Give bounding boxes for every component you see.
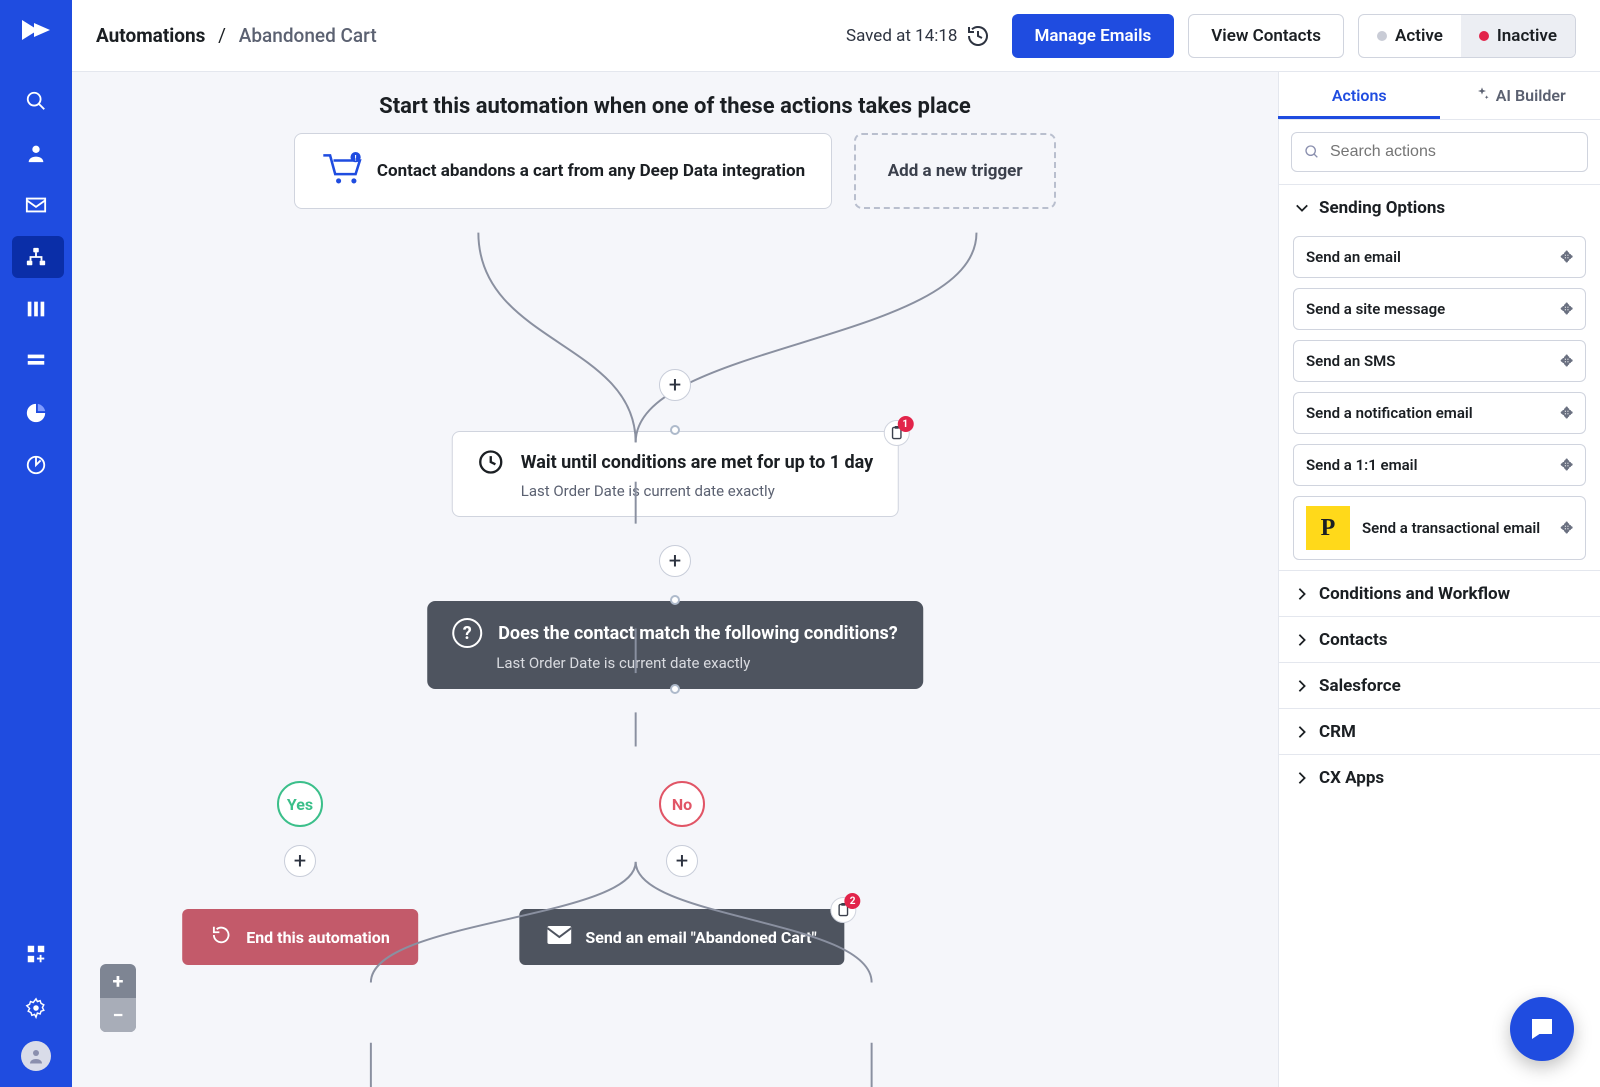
cart-abandon-icon: !	[321, 152, 363, 191]
svg-text:!: !	[354, 153, 356, 162]
nav-reports-icon[interactable]	[12, 392, 60, 434]
trigger-card[interactable]: ! Contact abandons a cart from any Deep …	[294, 133, 832, 209]
chat-fab-button[interactable]	[1510, 997, 1574, 1061]
drag-handle-icon[interactable]: ✥	[1560, 404, 1573, 422]
connector-dot	[670, 684, 680, 694]
drag-handle-icon[interactable]: ✥	[1560, 519, 1573, 537]
history-icon[interactable]	[966, 24, 990, 48]
status-toggle: Active Inactive	[1358, 14, 1576, 58]
end-automation-card[interactable]: End this automation	[182, 909, 418, 965]
breadcrumb-current: Abandoned Cart	[239, 24, 377, 47]
app-sidebar	[0, 0, 72, 1087]
drag-handle-icon[interactable]: ✥	[1560, 456, 1573, 474]
drag-handle-icon[interactable]: ✥	[1560, 300, 1573, 318]
nav-campaigns-icon[interactable]	[12, 184, 60, 226]
drag-handle-icon[interactable]: ✥	[1560, 352, 1573, 370]
send-email-card[interactable]: Send an email "Abandoned Cart" 2	[519, 909, 844, 965]
wait-card[interactable]: Wait until conditions are met for up to …	[452, 431, 899, 517]
nav-contacts-icon[interactable]	[12, 132, 60, 174]
automation-canvas-wrapper: Start this automation when one of these …	[72, 72, 1278, 1087]
trigger-card-text: Contact abandons a cart from any Deep Da…	[377, 161, 805, 181]
manage-emails-button[interactable]: Manage Emails	[1012, 14, 1175, 58]
zoom-controls: + −	[100, 964, 136, 1032]
tab-ai-builder[interactable]: AI Builder	[1440, 72, 1600, 120]
search-actions-input[interactable]	[1330, 143, 1575, 161]
add-step-button[interactable]: +	[666, 845, 698, 877]
connector-dot	[670, 595, 680, 605]
clipboard-badge[interactable]: 2	[831, 897, 857, 923]
breadcrumb-root[interactable]: Automations	[96, 24, 205, 47]
action-send-transactional-email[interactable]: P Send a transactional email ✥	[1293, 496, 1586, 560]
page-header: Automations / Abandoned Cart Saved at 14…	[72, 0, 1600, 72]
question-icon: ?	[452, 618, 482, 648]
section-contacts[interactable]: Contacts	[1279, 616, 1600, 662]
action-send-email[interactable]: Send an email ✥	[1293, 236, 1586, 278]
automation-canvas[interactable]: ! Contact abandons a cart from any Deep …	[72, 133, 1278, 1086]
chevron-right-icon	[1295, 771, 1309, 785]
section-salesforce[interactable]: Salesforce	[1279, 662, 1600, 708]
mail-icon	[547, 926, 571, 948]
action-send-notification-email[interactable]: Send a notification email ✥	[1293, 392, 1586, 434]
actions-panel: Actions AI Builder Sending Options Send …	[1278, 72, 1600, 1087]
chevron-right-icon	[1295, 587, 1309, 601]
section-crm[interactable]: CRM	[1279, 708, 1600, 754]
action-send-sms[interactable]: Send an SMS ✥	[1293, 340, 1586, 382]
end-icon	[210, 924, 232, 950]
action-send-1-1-email[interactable]: Send a 1:1 email ✥	[1293, 444, 1586, 486]
chevron-right-icon	[1295, 679, 1309, 693]
view-contacts-button[interactable]: View Contacts	[1188, 14, 1344, 58]
clock-icon	[477, 448, 505, 476]
drag-handle-icon[interactable]: ✥	[1560, 248, 1573, 266]
chevron-down-icon	[1295, 201, 1309, 215]
zoom-in-button[interactable]: +	[100, 964, 136, 998]
postmark-icon: P	[1306, 506, 1350, 550]
canvas-title: Start this automation when one of these …	[72, 72, 1278, 133]
nav-search-icon[interactable]	[12, 80, 60, 122]
add-trigger-button[interactable]: Add a new trigger	[854, 133, 1056, 209]
section-cx-apps[interactable]: CX Apps	[1279, 754, 1600, 800]
search-actions-input-wrapper[interactable]	[1291, 132, 1588, 172]
section-sending-options[interactable]: Sending Options	[1279, 184, 1600, 230]
add-step-button[interactable]: +	[659, 369, 691, 401]
breadcrumb: Automations / Abandoned Cart	[96, 24, 377, 47]
clipboard-badge[interactable]: 1	[883, 420, 909, 446]
status-active-option[interactable]: Active	[1359, 15, 1461, 57]
nav-automations-icon[interactable]	[12, 236, 60, 278]
sparkle-icon	[1474, 86, 1490, 106]
nav-settings-icon[interactable]	[12, 987, 60, 1029]
saved-timestamp: Saved at 14:18	[846, 26, 958, 46]
connector-dot	[670, 425, 680, 435]
search-icon	[1304, 144, 1320, 160]
branch-yes: Yes	[277, 781, 323, 827]
section-conditions-workflow[interactable]: Conditions and Workflow	[1279, 570, 1600, 616]
nav-site-icon[interactable]	[12, 444, 60, 486]
app-logo[interactable]	[16, 10, 56, 54]
ifelse-card[interactable]: ? Does the contact match the following c…	[427, 601, 923, 689]
add-step-button[interactable]: +	[659, 545, 691, 577]
zoom-out-button[interactable]: −	[100, 998, 136, 1032]
tab-actions[interactable]: Actions	[1279, 72, 1440, 120]
chevron-right-icon	[1295, 633, 1309, 647]
action-send-site-message[interactable]: Send a site message ✥	[1293, 288, 1586, 330]
user-avatar[interactable]	[21, 1041, 51, 1071]
nav-deals-icon[interactable]	[12, 288, 60, 330]
add-step-button[interactable]: +	[284, 845, 316, 877]
status-inactive-option[interactable]: Inactive	[1461, 15, 1575, 57]
nav-apps-icon[interactable]	[12, 933, 60, 975]
chevron-right-icon	[1295, 725, 1309, 739]
branch-no: No	[659, 781, 705, 827]
nav-lists-icon[interactable]	[12, 340, 60, 382]
